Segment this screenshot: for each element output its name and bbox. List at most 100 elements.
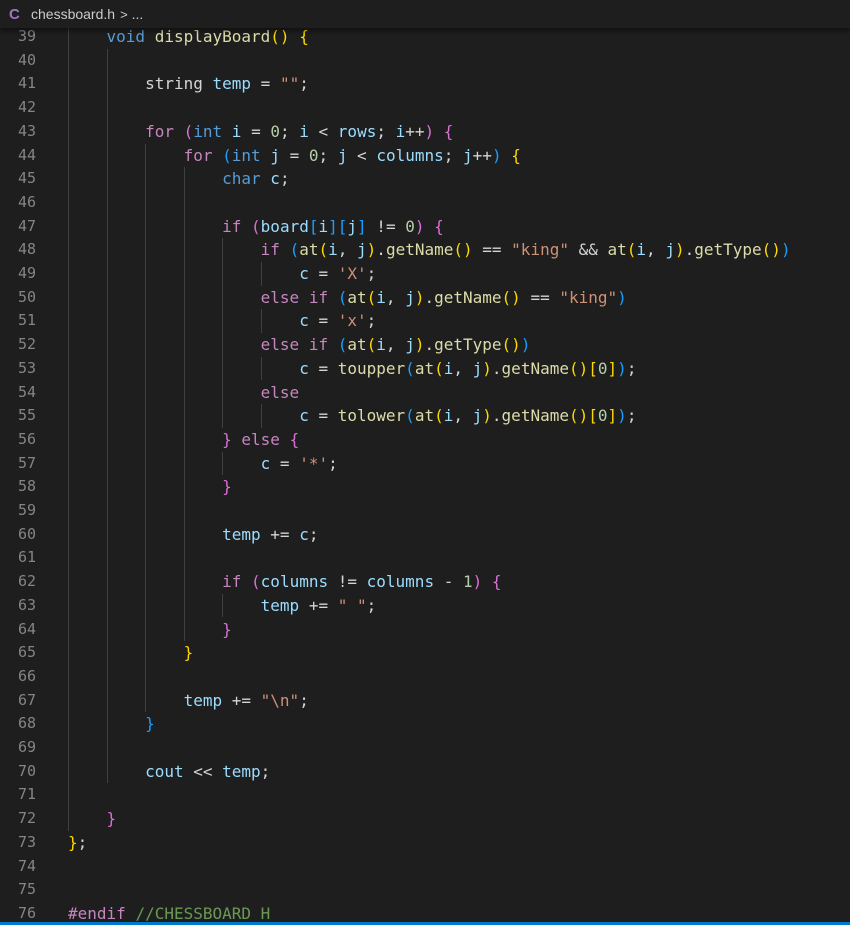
code-token: ( bbox=[405, 406, 415, 426]
code-token: ; bbox=[366, 264, 377, 283]
indent-guide bbox=[222, 238, 224, 428]
chevron-right-icon: > bbox=[120, 6, 128, 22]
code-line[interactable]: 75 bbox=[0, 878, 850, 902]
code-line[interactable]: 60 temp += c; bbox=[0, 523, 850, 547]
code-line[interactable]: 65} bbox=[0, 641, 850, 665]
code-text: temp += c; bbox=[222, 523, 318, 547]
code-line[interactable]: 61 bbox=[0, 546, 850, 570]
code-line[interactable]: 59 bbox=[0, 499, 850, 523]
code-token: temp bbox=[183, 690, 223, 710]
code-line[interactable]: 73}; bbox=[0, 831, 850, 855]
code-token: } bbox=[183, 643, 194, 663]
code-token: for bbox=[145, 121, 174, 141]
code-token: , bbox=[453, 406, 473, 426]
code-token: i bbox=[328, 240, 338, 260]
code-line[interactable]: 54 else bbox=[0, 381, 850, 405]
breadcrumb-symbol-path[interactable]: ... bbox=[132, 6, 144, 22]
code-token: toupper bbox=[337, 358, 406, 378]
code-line[interactable]: 64} bbox=[0, 618, 850, 642]
code-line[interactable]: 39 void displayBoard() { bbox=[0, 25, 850, 49]
code-token: if bbox=[222, 572, 242, 592]
code-line[interactable]: 52 else if (at(i, j).getType()) bbox=[0, 333, 850, 357]
code-token: [ bbox=[588, 406, 598, 426]
code-token: i bbox=[443, 358, 454, 378]
code-line[interactable]: 70 cout << temp; bbox=[0, 760, 850, 784]
code-line[interactable]: 48 if (at(i, j).getName() == "king" && at… bbox=[0, 238, 850, 262]
code-line[interactable]: 74 bbox=[0, 855, 850, 879]
code-line[interactable]: 66 bbox=[0, 665, 850, 689]
code-token: c bbox=[299, 524, 309, 544]
code-token: c bbox=[299, 311, 309, 331]
code-line[interactable]: 45 char c; bbox=[0, 167, 850, 191]
line-number: 60 bbox=[17, 524, 36, 543]
code-line[interactable]: 76 #endif //CHESSBOARD_H bbox=[0, 902, 850, 922]
code-token: . bbox=[491, 358, 502, 378]
code-token: i bbox=[318, 216, 329, 236]
code-token: 0 bbox=[270, 121, 280, 141]
code-line[interactable]: 43 for (int i = 0; i < rows; i++) { bbox=[0, 120, 850, 144]
code-line[interactable]: 42 bbox=[0, 96, 850, 120]
indent-guide bbox=[260, 309, 262, 334]
code-line[interactable]: 63 temp += " "; bbox=[0, 594, 850, 618]
code-line[interactable]: 53 c = toupper(at(i, j).getName()[0]); bbox=[0, 357, 850, 381]
code-token: i bbox=[395, 121, 406, 141]
code-text: #endif //CHESSBOARD_H bbox=[68, 902, 270, 922]
code-token: " " bbox=[337, 595, 367, 615]
line-number: 74 bbox=[17, 856, 36, 875]
code-line[interactable]: 44 for (int j = 0; j < columns; j++) { bbox=[0, 144, 850, 168]
code-line[interactable]: 72} bbox=[0, 807, 850, 831]
code-token: board bbox=[260, 216, 309, 236]
code-token: ( bbox=[318, 240, 329, 260]
code-line[interactable]: 67 temp += "\n"; bbox=[0, 689, 850, 713]
code-line[interactable]: 47 if (board[i][j] != 0) { bbox=[0, 215, 850, 239]
line-number: 61 bbox=[17, 548, 36, 567]
code-line[interactable]: 71 bbox=[0, 783, 850, 807]
code-token: i bbox=[376, 335, 386, 355]
code-line[interactable]: 58} bbox=[0, 475, 850, 499]
indent-guide bbox=[260, 356, 262, 381]
code-text: for (int i = 0; i < rows; i++) { bbox=[145, 120, 453, 144]
code-token: columns bbox=[260, 572, 329, 592]
code-line[interactable]: 55 c = tolower(at(i, j).getName()[0]); bbox=[0, 404, 850, 428]
code-token: != bbox=[328, 572, 367, 592]
code-line[interactable]: 40 bbox=[0, 49, 850, 73]
line-number: 45 bbox=[17, 169, 36, 188]
code-token: ) bbox=[482, 406, 492, 426]
code-token: else bbox=[260, 382, 300, 402]
code-line[interactable]: 41 string temp = ""; bbox=[0, 72, 850, 96]
code-line[interactable]: 68} bbox=[0, 712, 850, 736]
code-line[interactable]: 69 bbox=[0, 736, 850, 760]
code-token: 0 bbox=[308, 145, 319, 165]
code-token: ( bbox=[434, 406, 444, 426]
code-line[interactable]: 57 c = '*'; bbox=[0, 452, 850, 476]
code-token: string bbox=[145, 74, 213, 94]
code-line[interactable]: 51 c = 'x'; bbox=[0, 309, 850, 333]
code-token: '*' bbox=[299, 453, 329, 473]
code-token: { bbox=[443, 121, 454, 141]
line-number: 46 bbox=[17, 192, 36, 211]
code-token: ( bbox=[183, 121, 194, 141]
line-number: 64 bbox=[17, 619, 36, 638]
code-text: char c; bbox=[222, 167, 289, 191]
line-number: 71 bbox=[17, 785, 36, 804]
breadcrumb-file-name[interactable]: chessboard.h bbox=[31, 6, 115, 22]
code-line[interactable]: 50 else if (at(i, j).getName() == "king") bbox=[0, 286, 850, 310]
code-text: string temp = ""; bbox=[145, 72, 309, 96]
code-line[interactable]: 62 if (columns != columns - 1) { bbox=[0, 570, 850, 594]
code-line[interactable]: 46 bbox=[0, 191, 850, 215]
code-token: , bbox=[646, 240, 666, 260]
code-token: ( bbox=[366, 335, 377, 355]
code-token: ; bbox=[279, 169, 290, 189]
code-token: 0 bbox=[597, 358, 608, 378]
code-line[interactable]: 56} else { bbox=[0, 428, 850, 452]
code-text: } bbox=[222, 475, 232, 499]
code-token: int bbox=[193, 121, 223, 141]
code-editor[interactable]: 39 void displayBoard() {40 41 string temp =… bbox=[0, 25, 850, 922]
line-number: 76 bbox=[17, 903, 36, 922]
code-line[interactable]: 49 c = 'X'; bbox=[0, 262, 850, 286]
